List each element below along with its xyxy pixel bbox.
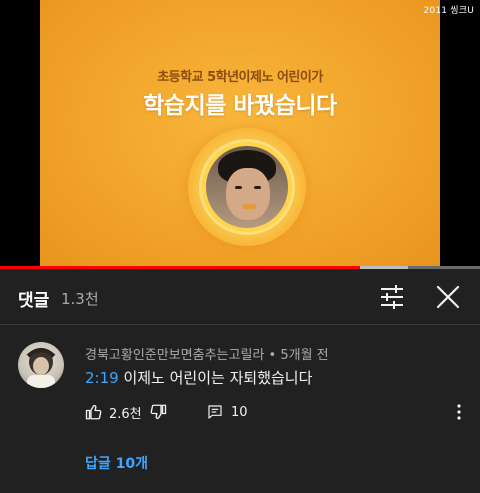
- comment-age: 5개월 전: [280, 348, 329, 363]
- video-subtitle: 초등학교 5학년이제노 어린이가: [157, 70, 323, 85]
- comment-timestamp-link[interactable]: 2:19: [85, 369, 119, 387]
- child-portrait: [206, 146, 288, 228]
- comment-meta: 경북고황인준만보면춤추는고릴라 • 5개월 전: [85, 344, 329, 363]
- comments-title: 댓글: [18, 291, 50, 311]
- comments-header: 댓글 1.3천: [0, 269, 480, 325]
- dislike-button[interactable]: [149, 400, 167, 424]
- comment-author[interactable]: 경북고황인준만보면춤추는고릴라: [85, 348, 264, 363]
- reply-count: 10: [231, 404, 248, 420]
- thumbs-up-icon: [85, 405, 102, 420]
- video-title-caption: 학습지를 바꿨습니다: [143, 93, 337, 119]
- comment-reply-icon: [208, 405, 222, 419]
- video-frame: 초등학교 5학년이제노 어린이가 학습지를 바꿨습니다: [40, 0, 440, 269]
- portrait-ring: [188, 128, 306, 246]
- like-button[interactable]: 2.6천: [85, 400, 142, 424]
- reply-button[interactable]: 10: [207, 400, 248, 424]
- close-icon: [436, 285, 460, 309]
- comment-more-button[interactable]: [452, 402, 466, 422]
- more-vert-icon: [457, 404, 461, 420]
- filter-icon: [381, 285, 403, 309]
- comments-count: 1.3천: [61, 290, 99, 308]
- close-comments-button[interactable]: [434, 284, 462, 310]
- view-replies-link[interactable]: 답글 10개: [85, 453, 148, 473]
- comment-text: 이제노 어린이는 자퇴했습니다: [118, 369, 313, 387]
- sort-filter-button[interactable]: [378, 284, 406, 310]
- comment-actions: 2.6천 10: [85, 400, 475, 424]
- video-player[interactable]: 초등학교 5학년이제노 어린이가 학습지를 바꿨습니다 2011 씽크U: [0, 0, 480, 269]
- thumbs-down-icon: [150, 404, 167, 419]
- commenter-avatar[interactable]: [18, 342, 64, 388]
- like-count: 2.6천: [109, 406, 142, 422]
- comment-body: 2:19 이제노 어린이는 자퇴했습니다: [85, 367, 312, 388]
- video-watermark: 2011 씽크U: [423, 6, 474, 16]
- meta-separator: •: [264, 348, 281, 363]
